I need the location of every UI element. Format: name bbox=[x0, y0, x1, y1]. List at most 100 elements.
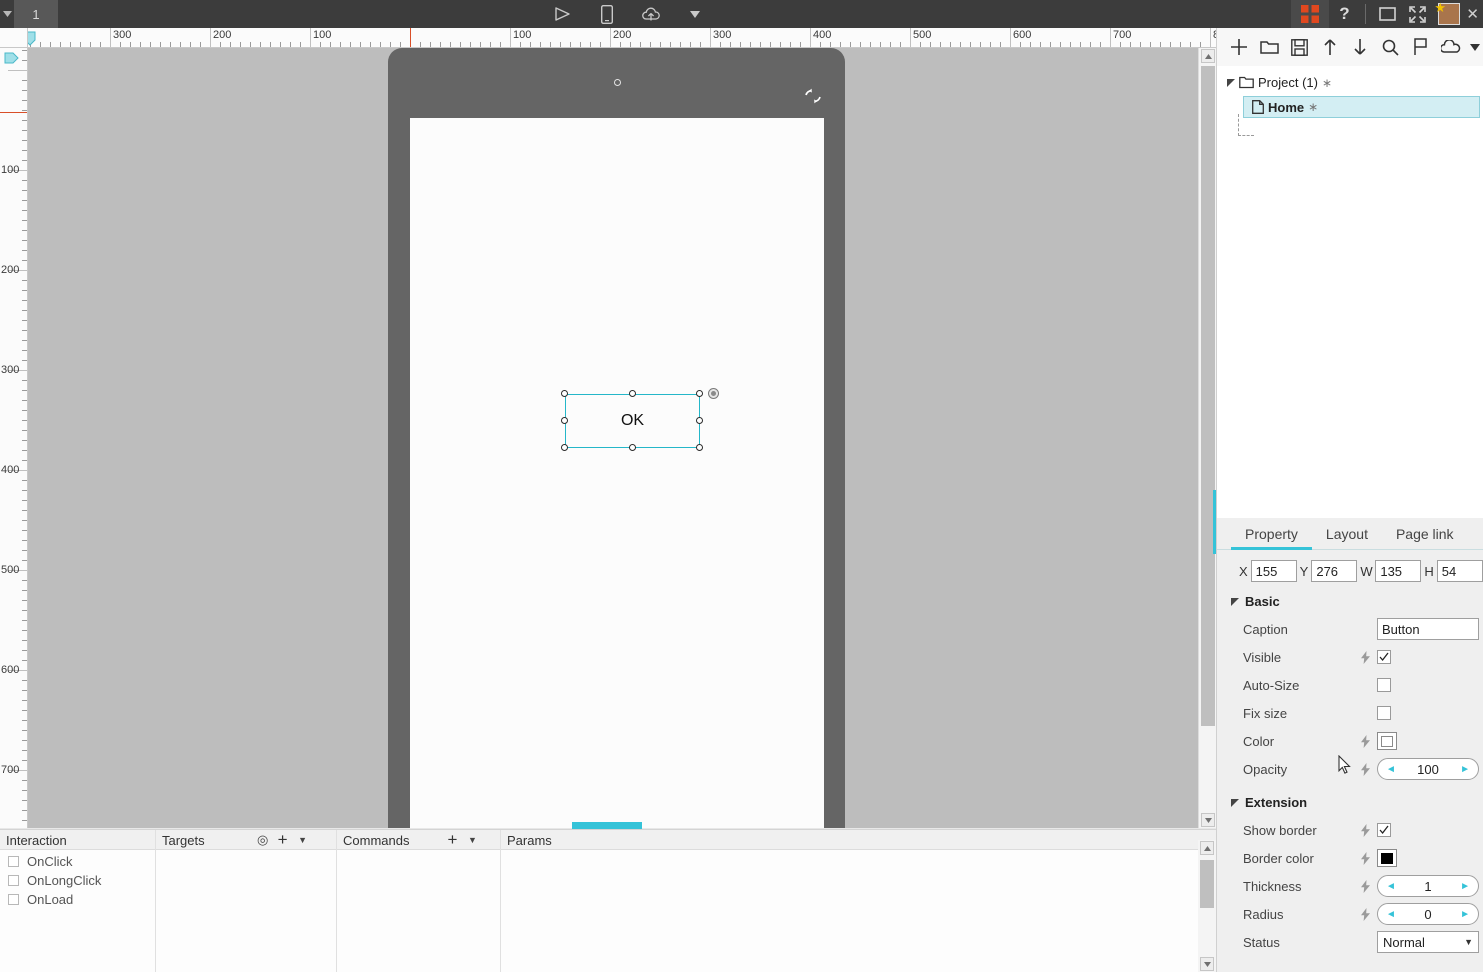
numeric-spinner[interactable]: ◄ 1 ► bbox=[1377, 875, 1479, 897]
new-page-icon[interactable] bbox=[1225, 32, 1253, 62]
binding-bolt-icon[interactable] bbox=[1360, 823, 1370, 837]
target-menu-chevron-icon[interactable]: ▼ bbox=[293, 830, 313, 850]
cloud-icon[interactable] bbox=[1437, 32, 1465, 62]
binding-bolt-icon[interactable] bbox=[1360, 762, 1370, 776]
command-menu-chevron-icon[interactable]: ▼ bbox=[462, 830, 482, 850]
ruler-guide-marker-icon[interactable] bbox=[4, 52, 19, 67]
interaction-event-row[interactable]: OnClick bbox=[0, 852, 155, 871]
caption-input[interactable]: Button bbox=[1377, 618, 1479, 640]
resize-handle-n[interactable] bbox=[628, 390, 636, 397]
add-target-icon[interactable]: + bbox=[273, 830, 293, 850]
resize-handle-w[interactable] bbox=[561, 417, 568, 424]
scroll-down-arrow-icon[interactable] bbox=[1200, 957, 1214, 971]
window-restore-icon[interactable] bbox=[1372, 0, 1402, 28]
rotate-handle[interactable] bbox=[708, 388, 719, 399]
binding-bolt-icon[interactable] bbox=[1353, 734, 1377, 748]
binding-bolt-icon[interactable] bbox=[1353, 879, 1377, 893]
cloud-upload-icon[interactable] bbox=[636, 0, 666, 28]
open-folder-icon[interactable] bbox=[1255, 32, 1283, 62]
bottom-panel-drag-handle[interactable] bbox=[572, 822, 642, 829]
tree-node-home[interactable]: Home ∗ bbox=[1243, 96, 1480, 118]
binding-bolt-icon[interactable] bbox=[1360, 650, 1370, 664]
scroll-down-arrow-icon[interactable] bbox=[1201, 813, 1215, 827]
document-tab-1[interactable]: 1 bbox=[14, 0, 58, 28]
design-canvas[interactable]: OK bbox=[28, 48, 1198, 828]
fullscreen-icon[interactable] bbox=[1402, 0, 1432, 28]
basic-group-header[interactable]: Basic bbox=[1217, 582, 1483, 615]
spinner-decrement-icon[interactable]: ◄ bbox=[1386, 909, 1396, 920]
run-preview-icon[interactable] bbox=[548, 0, 578, 28]
property-checkbox[interactable] bbox=[1377, 823, 1391, 837]
ruler-guide-marker-icon[interactable] bbox=[28, 31, 36, 46]
move-up-icon[interactable] bbox=[1316, 32, 1344, 62]
interaction-event-row[interactable]: OnLoad bbox=[0, 890, 155, 909]
tree-node-project[interactable]: Project (1) ∗ bbox=[1217, 72, 1483, 93]
tab-property[interactable]: Property bbox=[1231, 519, 1312, 550]
spinner-decrement-icon[interactable]: ◄ bbox=[1386, 764, 1396, 775]
status-select[interactable]: Normal ▼ bbox=[1377, 931, 1479, 953]
scroll-up-arrow-icon[interactable] bbox=[1201, 49, 1215, 63]
binding-bolt-icon[interactable] bbox=[1353, 762, 1377, 776]
spinner-increment-icon[interactable]: ► bbox=[1460, 881, 1470, 892]
tab-page-link[interactable]: Page link bbox=[1382, 519, 1468, 549]
binding-bolt-icon[interactable] bbox=[1360, 851, 1370, 865]
chevron-down-icon[interactable] bbox=[680, 0, 710, 28]
vertical-ruler[interactable]: 100 200 300 400 500 600 700 bbox=[0, 48, 28, 828]
horizontal-ruler[interactable]: 300200100100200300400500600700800 bbox=[28, 28, 1216, 48]
save-icon[interactable] bbox=[1286, 32, 1314, 62]
flag-icon[interactable] bbox=[1407, 32, 1435, 62]
binding-bolt-icon[interactable] bbox=[1360, 734, 1370, 748]
h-input[interactable] bbox=[1436, 560, 1483, 582]
canvas-vertical-scrollbar[interactable] bbox=[1198, 48, 1216, 828]
apps-grid-icon[interactable] bbox=[1291, 0, 1330, 28]
property-checkbox[interactable] bbox=[1377, 678, 1391, 692]
binding-bolt-icon[interactable] bbox=[1353, 650, 1377, 664]
resize-handle-nw[interactable] bbox=[561, 390, 568, 397]
close-icon[interactable]: ✕ bbox=[1466, 5, 1483, 23]
binding-bolt-icon[interactable] bbox=[1360, 879, 1370, 893]
spinner-increment-icon[interactable]: ► bbox=[1460, 909, 1470, 920]
color-swatch[interactable] bbox=[1377, 732, 1397, 750]
interaction-scroll-thumb[interactable] bbox=[1200, 860, 1214, 908]
help-question-icon[interactable]: ? bbox=[1329, 0, 1359, 28]
binding-bolt-icon[interactable] bbox=[1353, 851, 1377, 865]
record-target-icon[interactable]: ◎ bbox=[253, 830, 273, 850]
spinner-increment-icon[interactable]: ► bbox=[1460, 764, 1470, 775]
property-checkbox[interactable] bbox=[1377, 650, 1391, 664]
binding-bolt-icon[interactable] bbox=[1353, 823, 1377, 837]
user-avatar[interactable]: ★ bbox=[1432, 0, 1466, 28]
add-command-icon[interactable]: + bbox=[442, 830, 462, 850]
move-down-icon[interactable] bbox=[1346, 32, 1374, 62]
chevron-down-icon[interactable]: ▼ bbox=[1464, 937, 1473, 947]
resize-handle-s[interactable] bbox=[628, 444, 636, 451]
x-input[interactable] bbox=[1250, 560, 1297, 582]
event-checkbox[interactable] bbox=[8, 856, 19, 867]
spinner-decrement-icon[interactable]: ◄ bbox=[1386, 881, 1396, 892]
chevron-down-icon[interactable] bbox=[1467, 32, 1483, 62]
device-screen[interactable]: OK bbox=[410, 118, 824, 828]
rotate-device-icon[interactable] bbox=[803, 86, 823, 106]
interaction-event-row[interactable]: OnLongClick bbox=[0, 871, 155, 890]
numeric-spinner[interactable]: ◄ 100 ► bbox=[1377, 758, 1479, 780]
search-icon[interactable] bbox=[1376, 32, 1404, 62]
resize-handle-sw[interactable] bbox=[561, 444, 568, 451]
w-input[interactable] bbox=[1375, 560, 1422, 582]
binding-bolt-icon[interactable] bbox=[1353, 907, 1377, 921]
resize-handle-ne[interactable] bbox=[696, 390, 703, 397]
tab-layout[interactable]: Layout bbox=[1312, 519, 1382, 549]
tab-list-chevron-icon[interactable] bbox=[0, 0, 14, 28]
resize-handle-se[interactable] bbox=[696, 444, 703, 451]
numeric-spinner[interactable]: ◄ 0 ► bbox=[1377, 903, 1479, 925]
interaction-panel-scrollbar[interactable] bbox=[1198, 840, 1216, 972]
color-swatch[interactable] bbox=[1377, 849, 1397, 867]
binding-bolt-icon[interactable] bbox=[1360, 907, 1370, 921]
event-checkbox[interactable] bbox=[8, 894, 19, 905]
canvas-scroll-thumb[interactable] bbox=[1201, 66, 1215, 726]
device-phone-icon[interactable] bbox=[592, 0, 622, 28]
event-checkbox[interactable] bbox=[8, 875, 19, 886]
y-input[interactable] bbox=[1311, 560, 1358, 582]
scroll-up-arrow-icon[interactable] bbox=[1200, 841, 1214, 855]
extension-group-header[interactable]: Extension bbox=[1217, 783, 1483, 816]
property-checkbox[interactable] bbox=[1377, 706, 1391, 720]
resize-handle-e[interactable] bbox=[696, 417, 703, 424]
